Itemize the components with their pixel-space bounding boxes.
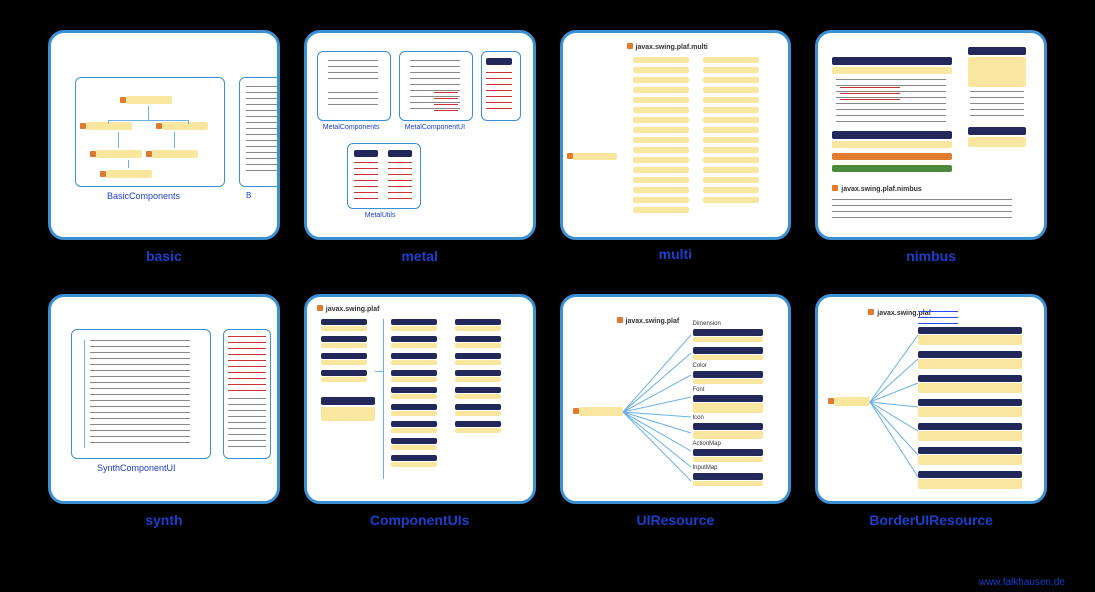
thumbnail-borderuiresource: javax.swing.plaf — [815, 294, 1047, 504]
card-metal[interactable]: MetalComponents MetalComponentUI MetalUt… — [304, 30, 536, 276]
card-label-synth: synth — [145, 512, 182, 528]
package-label: javax.swing.plaf.nimbus — [832, 185, 922, 193]
card-uiresource[interactable]: javax.swing.plaf Dimension Color — [560, 294, 792, 540]
thumbnail-multi: javax.swing.plaf.multi — [560, 30, 792, 240]
package-label: javax.swing.plaf.multi — [627, 43, 708, 51]
card-label-borderuiresource: BorderUIResource — [869, 512, 993, 528]
thumbnail-componentuis: javax.swing.plaf — [304, 294, 536, 504]
card-label-metal: metal — [401, 248, 438, 264]
thumbnail-nimbus: javax.swing.plaf.nimbus — [815, 30, 1047, 240]
card-borderuiresource[interactable]: javax.swing.plaf — [815, 294, 1047, 540]
card-label-componentuis: ComponentUIs — [370, 512, 470, 528]
card-label-uiresource: UIResource — [636, 512, 714, 528]
inner-label: SynthComponentUI — [97, 463, 176, 473]
thumbnail-basic: BasicComponents B — [48, 30, 280, 240]
inner-label: BasicComponents — [107, 191, 180, 201]
card-multi[interactable]: javax.swing.plaf.multi — [560, 30, 792, 276]
thumbnail-metal: MetalComponents MetalComponentUI MetalUt… — [304, 30, 536, 240]
card-synth[interactable]: SynthComponentUI synth — [48, 294, 280, 540]
card-basic[interactable]: BasicComponents B basic — [48, 30, 280, 276]
card-componentuis[interactable]: javax.swing.plaf — [304, 294, 536, 540]
package-label: javax.swing.plaf — [317, 305, 380, 313]
thumbnail-uiresource: javax.swing.plaf Dimension Color — [560, 294, 792, 504]
card-label-multi: multi — [659, 246, 692, 262]
card-nimbus[interactable]: javax.swing.plaf.nimbus nimbus — [815, 30, 1047, 276]
footer-link[interactable]: www.falkhausen.de — [979, 577, 1065, 588]
card-label-basic: basic — [146, 248, 182, 264]
thumbnail-synth: SynthComponentUI — [48, 294, 280, 504]
card-label-nimbus: nimbus — [906, 248, 956, 264]
